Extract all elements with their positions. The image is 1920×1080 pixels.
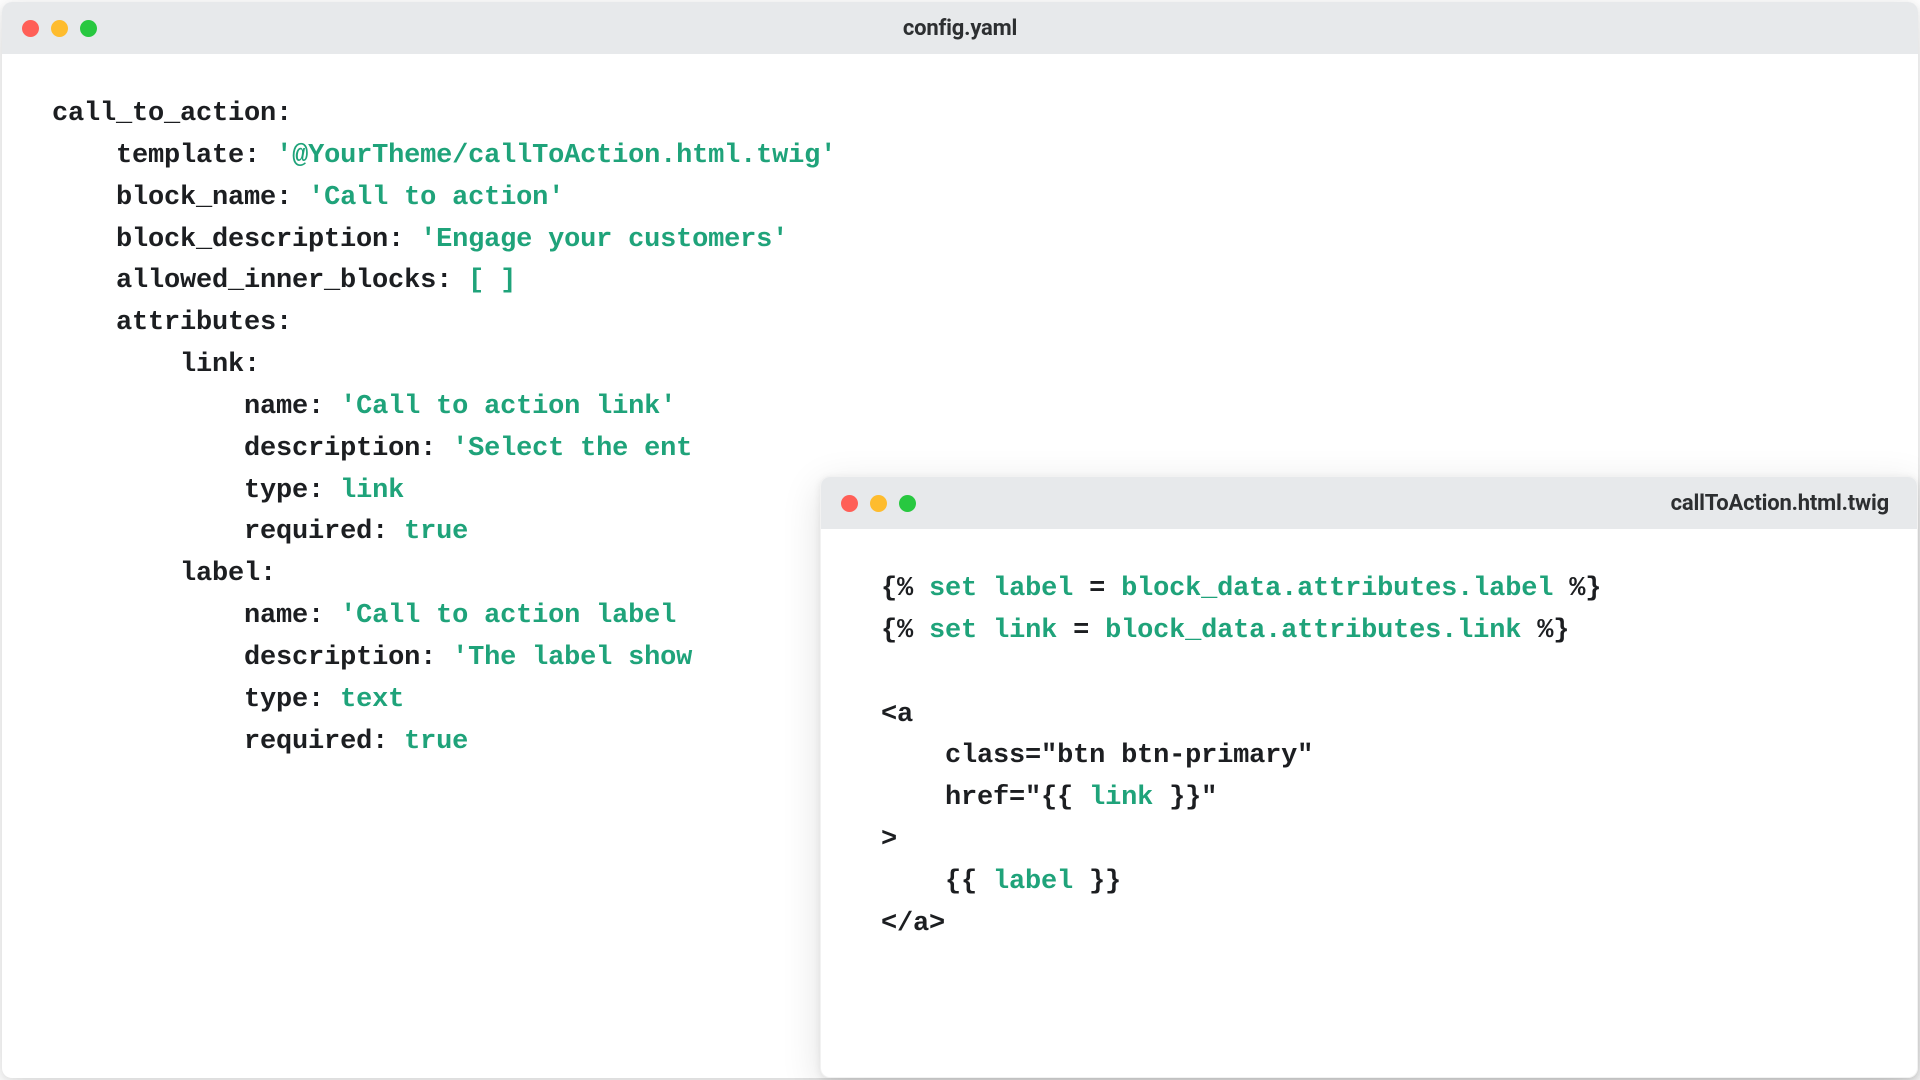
code-token: " [1201,783,1217,813]
code-token: }} [1073,867,1121,897]
code-token: call_to_action: [52,99,292,129]
code-token: {{ [945,867,993,897]
editor-window-twig: callToAction.html.twig {% set label = bl… [820,476,1918,1078]
code-token: 'Engage your customers' [420,225,788,255]
code-token: = [1073,616,1089,646]
code-token: <a [881,700,913,730]
minimize-icon[interactable] [51,20,68,37]
code-token: link [340,476,404,506]
code-token: true [404,517,468,547]
code-token: }} [1153,783,1201,813]
code-token: name: [244,601,324,631]
code-token: set [929,574,977,604]
code-token: attributes: [116,308,292,338]
traffic-lights [22,20,97,37]
code-token: {% [881,616,913,646]
code-token: block_data.attributes.label [1121,574,1553,604]
code-token: template: [116,141,260,171]
minimize-icon[interactable] [870,495,887,512]
code-token: 'The label show [452,643,692,673]
code-token: " [1297,741,1313,771]
code-token: href= [945,783,1025,813]
code-token: type: [244,685,324,715]
code-token: label: [180,559,276,589]
code-token: description: [244,643,436,673]
code-token: block_name: [116,183,292,213]
code-token: link [993,616,1057,646]
code-token: {{ [1041,783,1089,813]
code-token: 'Call to action label [340,601,676,631]
code-token: '@YourTheme/callToAction.html.twig' [276,141,836,171]
code-token: 'Select the ent [452,434,692,464]
code-token: text [340,685,404,715]
zoom-icon[interactable] [899,495,916,512]
code-token: link [1089,783,1153,813]
code-token: class= [945,741,1041,771]
code-token: </a> [881,909,945,939]
window-title: config.yaml [903,16,1017,41]
code-token: %} [1537,616,1569,646]
titlebar: config.yaml [2,2,1918,54]
traffic-lights [841,495,916,512]
close-icon[interactable] [841,495,858,512]
code-token: " [1025,783,1041,813]
code-token: > [881,825,897,855]
code-token: label [993,574,1073,604]
code-token: block_description: [116,225,404,255]
code-area[interactable]: {% set label = block_data.attributes.lab… [821,529,1917,996]
code-token: type: [244,476,324,506]
code-token: btn btn-primary [1057,741,1297,771]
code-token: label [993,867,1073,897]
code-token: block_data.attributes.link [1105,616,1521,646]
code-token: {% [881,574,913,604]
close-icon[interactable] [22,20,39,37]
code-token: allowed_inner_blocks: [116,266,452,296]
code-token: required: [244,517,388,547]
code-token: description: [244,434,436,464]
titlebar: callToAction.html.twig [821,477,1917,529]
window-title: callToAction.html.twig [1671,491,1889,516]
code-token: true [404,727,468,757]
code-token: " [1041,741,1057,771]
code-token: %} [1569,574,1601,604]
code-token: name: [244,392,324,422]
zoom-icon[interactable] [80,20,97,37]
code-token: link: [180,350,260,380]
code-token: 'Call to action' [308,183,564,213]
code-token: 'Call to action link' [340,392,676,422]
code-token: [ ] [468,266,516,296]
code-token: set [929,616,977,646]
code-token: required: [244,727,388,757]
code-token: = [1089,574,1105,604]
